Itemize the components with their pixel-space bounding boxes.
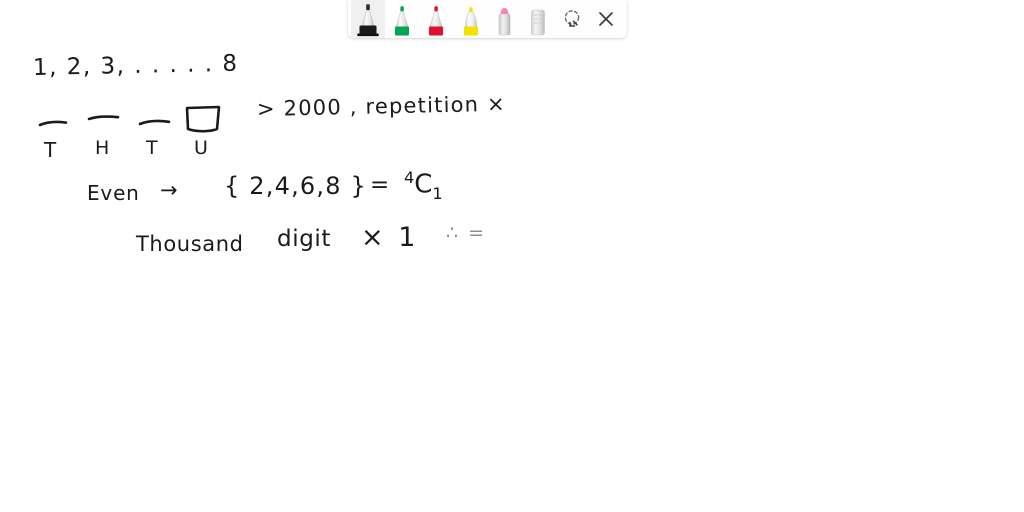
- place-value-label-hundreds: H: [95, 137, 110, 159]
- ink-condition-greater-than-2000: > 2000 , repetition ×: [256, 91, 507, 121]
- lasso-select-icon: [564, 10, 580, 27]
- place-value-label-units: U: [194, 137, 208, 159]
- tool-pink-marker[interactable]: [487, 0, 521, 38]
- ink-canvas: 1, 2, 3, . . . . . 8 T H T U > 2000 , re…: [0, 0, 1024, 512]
- blank-line-icon: [38, 120, 68, 127]
- marker-icon: [395, 5, 409, 36]
- eraser-icon: [531, 9, 545, 36]
- ink-digit-word: digit: [277, 226, 331, 252]
- marker-icon: [464, 7, 478, 36]
- tool-black-marker[interactable]: [351, 0, 385, 38]
- ink-toolbar: [348, 0, 627, 38]
- ink-even-combination: 4C1: [404, 168, 443, 203]
- tool-red-marker[interactable]: [419, 0, 453, 38]
- marker-icon: [498, 8, 511, 36]
- ink-thousand-word: Thousand: [136, 232, 244, 256]
- blank-box-icon: [185, 105, 221, 133]
- lasso-select-button[interactable]: [555, 0, 589, 38]
- tool-eraser[interactable]: [521, 0, 555, 38]
- blank-line-icon: [138, 119, 171, 126]
- blank-line-icon: [87, 115, 120, 121]
- close-button[interactable]: [589, 0, 623, 38]
- combination-symbol: C: [414, 169, 433, 200]
- place-value-label-tens: T: [146, 137, 158, 159]
- ink-even-equals: =: [370, 172, 390, 198]
- tool-yellow-marker[interactable]: [453, 0, 487, 38]
- ink-multiply-one: × 1: [361, 222, 419, 253]
- place-value-label-thousands: T: [44, 138, 57, 162]
- combination-superscript: 4: [404, 168, 415, 187]
- marker-icon: [357, 3, 379, 37]
- ink-line-sequence: 1, 2, 3, . . . . . 8: [32, 50, 239, 81]
- tool-green-marker[interactable]: [385, 0, 419, 38]
- marker-icon: [429, 5, 443, 36]
- ink-even-arrow: →: [160, 178, 178, 202]
- ink-even-label: Even: [87, 181, 140, 205]
- ink-even-set: { 2,4,6,8 }: [224, 172, 367, 200]
- combination-subscript: 1: [432, 183, 443, 203]
- ink-trailing-therefore-equals: ∴ =: [446, 222, 487, 244]
- close-icon: [599, 12, 613, 26]
- whiteboard-app: 1, 2, 3, . . . . . 8 T H T U > 2000 , re…: [0, 0, 1024, 512]
